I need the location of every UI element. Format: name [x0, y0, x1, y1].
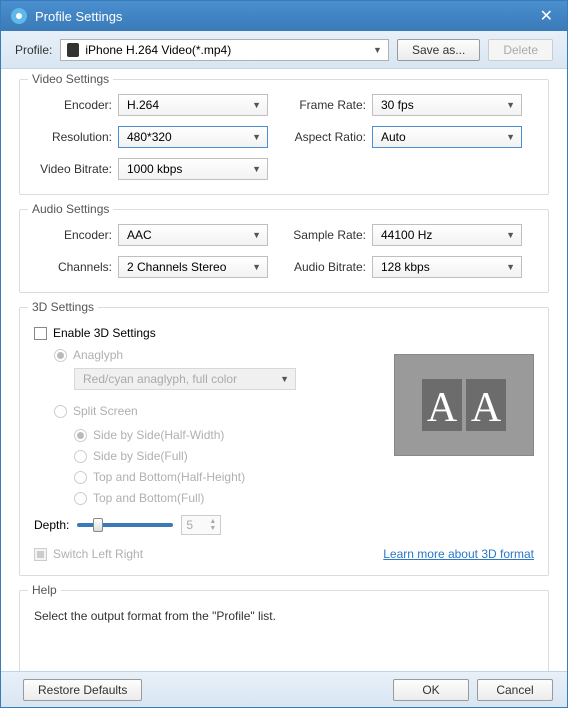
chevron-down-icon: ▼ [506, 230, 515, 240]
switch-left-right-checkbox [34, 548, 47, 561]
profile-select[interactable]: iPhone H.264 Video(*.mp4) ▼ [60, 39, 389, 61]
channels-label: Channels: [34, 260, 112, 274]
video-settings-fieldset: Video Settings Encoder: H.264 ▼ Resoluti… [19, 79, 549, 195]
anaglyph-label: Anaglyph [73, 348, 123, 362]
frame-rate-value: 30 fps [381, 98, 506, 112]
device-icon [67, 43, 79, 57]
tb-half-radio [74, 471, 87, 484]
aspect-ratio-value: Auto [381, 130, 506, 144]
video-bitrate-select[interactable]: 1000 kbps ▼ [118, 158, 268, 180]
audio-settings-legend: Audio Settings [28, 202, 113, 216]
enable-3d-checkbox[interactable] [34, 327, 47, 340]
resolution-value: 480*320 [127, 130, 252, 144]
chevron-down-icon: ▼ [373, 45, 382, 55]
split-screen-radio [54, 405, 67, 418]
sample-rate-select[interactable]: 44100 Hz ▼ [372, 224, 522, 246]
chevron-down-icon: ▼ [252, 230, 261, 240]
profile-select-value: iPhone H.264 Video(*.mp4) [85, 43, 373, 57]
delete-button: Delete [488, 39, 553, 61]
sample-rate-value: 44100 Hz [381, 228, 506, 242]
anaglyph-select: Red/cyan anaglyph, full color ▼ [74, 368, 296, 390]
chevron-down-icon: ▼ [252, 100, 261, 110]
chevron-down-icon: ▼ [252, 262, 261, 272]
help-fieldset: Help Select the output format from the "… [19, 590, 549, 671]
aspect-ratio-select[interactable]: Auto ▼ [372, 126, 522, 148]
save-as-button[interactable]: Save as... [397, 39, 480, 61]
video-settings-legend: Video Settings [28, 72, 113, 86]
profile-label: Profile: [15, 43, 52, 57]
three-d-settings-fieldset: 3D Settings Enable 3D Settings Anaglyph … [19, 307, 549, 576]
tb-full-label: Top and Bottom(Full) [93, 491, 204, 505]
frame-rate-label: Frame Rate: [288, 98, 366, 112]
chevron-down-icon: ▼ [252, 132, 261, 142]
enable-3d-label: Enable 3D Settings [53, 326, 156, 340]
audio-encoder-value: AAC [127, 228, 252, 242]
help-text: Select the output format from the "Profi… [34, 609, 534, 623]
content-area: Video Settings Encoder: H.264 ▼ Resoluti… [1, 69, 567, 671]
cancel-button[interactable]: Cancel [477, 679, 553, 701]
depth-label: Depth: [34, 518, 69, 532]
chevron-down-icon: ▼ [506, 262, 515, 272]
audio-bitrate-label: Audio Bitrate: [288, 260, 366, 274]
sbs-full-radio [74, 450, 87, 463]
split-screen-label: Split Screen [73, 404, 138, 418]
tb-half-label: Top and Bottom(Half-Height) [93, 470, 245, 484]
three-d-preview: A A [394, 354, 534, 456]
three-d-settings-legend: 3D Settings [28, 300, 98, 314]
depth-spinner: 5 ▲▼ [181, 515, 221, 535]
sbs-full-label: Side by Side(Full) [93, 449, 188, 463]
depth-value: 5 [186, 518, 193, 532]
sbs-half-label: Side by Side(Half-Width) [93, 428, 224, 442]
tb-full-radio [74, 492, 87, 505]
window-title: Profile Settings [35, 9, 536, 24]
depth-slider[interactable] [77, 523, 173, 527]
switch-left-right-label: Switch Left Right [53, 547, 143, 561]
channels-value: 2 Channels Stereo [127, 260, 252, 274]
audio-bitrate-select[interactable]: 128 kbps ▼ [372, 256, 522, 278]
close-icon[interactable]: ✕ [536, 6, 557, 26]
aspect-ratio-label: Aspect Ratio: [288, 130, 366, 144]
audio-encoder-label: Encoder: [34, 228, 112, 242]
video-encoder-select[interactable]: H.264 ▼ [118, 94, 268, 116]
audio-settings-fieldset: Audio Settings Encoder: AAC ▼ Channels: … [19, 209, 549, 293]
spinner-arrows-icon: ▲▼ [209, 518, 216, 532]
video-bitrate-label: Video Bitrate: [34, 162, 112, 176]
learn-more-link[interactable]: Learn more about 3D format [383, 547, 534, 561]
chevron-down-icon: ▼ [506, 132, 515, 142]
chevron-down-icon: ▼ [506, 100, 515, 110]
video-bitrate-value: 1000 kbps [127, 162, 252, 176]
slider-thumb[interactable] [93, 518, 103, 532]
profile-settings-window: Profile Settings ✕ Profile: iPhone H.264… [0, 0, 568, 708]
audio-encoder-select[interactable]: AAC ▼ [118, 224, 268, 246]
app-icon [11, 8, 27, 24]
encoder-label: Encoder: [34, 98, 112, 112]
chevron-down-icon: ▼ [280, 374, 289, 384]
frame-rate-select[interactable]: 30 fps ▼ [372, 94, 522, 116]
video-encoder-value: H.264 [127, 98, 252, 112]
footer-bar: Restore Defaults OK Cancel [1, 671, 567, 707]
ok-button[interactable]: OK [393, 679, 469, 701]
anaglyph-radio [54, 349, 67, 362]
resolution-label: Resolution: [34, 130, 112, 144]
anaglyph-value: Red/cyan anaglyph, full color [83, 372, 280, 386]
channels-select[interactable]: 2 Channels Stereo ▼ [118, 256, 268, 278]
chevron-down-icon: ▼ [252, 164, 261, 174]
profile-bar: Profile: iPhone H.264 Video(*.mp4) ▼ Sav… [1, 31, 567, 69]
restore-defaults-button[interactable]: Restore Defaults [23, 679, 142, 701]
svg-text:A: A [471, 385, 502, 431]
svg-text:A: A [427, 385, 458, 431]
sbs-half-radio [74, 429, 87, 442]
resolution-select[interactable]: 480*320 ▼ [118, 126, 268, 148]
titlebar: Profile Settings ✕ [1, 1, 567, 31]
help-legend: Help [28, 583, 61, 597]
audio-bitrate-value: 128 kbps [381, 260, 506, 274]
sample-rate-label: Sample Rate: [288, 228, 366, 242]
